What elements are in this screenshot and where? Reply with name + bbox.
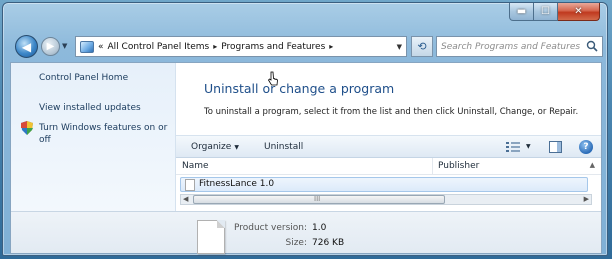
search-box[interactable]: Search Programs and Features <box>436 36 603 57</box>
program-name: FitnessLance 1.0 <box>199 179 275 189</box>
chevron-down-icon: ▼ <box>234 144 239 151</box>
windows-features-link[interactable]: Turn Windows features on or off <box>39 122 169 146</box>
control-panel-icon <box>80 40 94 53</box>
close-button[interactable]: ✕ <box>558 3 600 21</box>
minimize-button[interactable]: ▬ <box>509 3 534 21</box>
back-button[interactable]: ◀ <box>15 35 38 58</box>
horizontal-scrollbar[interactable]: ◀ III ▶ <box>180 194 592 205</box>
view-installed-updates-link[interactable]: View installed updates <box>39 103 141 113</box>
page-description: To uninstall a program, select it from t… <box>204 107 579 117</box>
forward-arrow-icon: ▶ <box>46 41 55 52</box>
address-dropdown-icon[interactable]: ▼ <box>397 43 402 51</box>
maximize-button[interactable]: ☐ <box>534 3 558 21</box>
organize-button[interactable]: Organize ▼ <box>191 142 239 152</box>
preview-pane-icon[interactable] <box>549 141 562 153</box>
address-overflow[interactable]: « <box>98 42 104 52</box>
breadcrumb-separator[interactable]: ▸ <box>213 42 217 51</box>
task-pane: Control Panel Home View installed update… <box>11 63 176 211</box>
breadcrumb-separator[interactable]: ▸ <box>329 42 333 51</box>
breadcrumb-programs-and-features[interactable]: Programs and Features <box>221 42 325 52</box>
scroll-up-icon[interactable]: ▲ <box>590 161 595 169</box>
help-button[interactable]: ? <box>579 140 593 154</box>
command-bar: Organize ▼ Uninstall ▼ ? <box>176 135 601 158</box>
scroll-right-icon[interactable]: ▶ <box>584 195 589 203</box>
breadcrumb-all-control-panel-items[interactable]: All Control Panel Items <box>108 42 210 52</box>
details-pane: Product version: 1.0 Size: 726 KB <box>11 211 601 254</box>
product-version-label: Product version: <box>233 223 307 233</box>
recent-pages-dropdown[interactable]: ▼ <box>62 42 67 50</box>
content-area: Control Panel Home View installed update… <box>10 62 602 254</box>
column-divider[interactable] <box>432 158 433 175</box>
product-version-value: 1.0 <box>312 223 327 233</box>
close-icon: ✕ <box>574 5 583 17</box>
minimize-icon: ▬ <box>516 5 527 17</box>
program-file-icon <box>185 179 195 191</box>
organize-label: Organize <box>191 142 232 152</box>
forward-button[interactable]: ▶ <box>41 37 60 56</box>
list-header: Name Publisher ▲ <box>176 158 601 175</box>
maximize-icon: ☐ <box>541 5 550 17</box>
program-large-icon <box>197 220 225 254</box>
views-dropdown-icon[interactable]: ▼ <box>526 143 531 150</box>
size-value: 726 KB <box>312 238 345 248</box>
scroll-left-icon[interactable]: ◀ <box>183 195 188 203</box>
column-header-name[interactable]: Name <box>182 161 209 171</box>
scrollbar-thumb[interactable]: III <box>193 195 445 204</box>
page-title: Uninstall or change a program <box>204 81 395 96</box>
column-header-publisher[interactable]: Publisher <box>438 161 479 171</box>
scrollbar-grip: III <box>314 195 321 203</box>
back-arrow-icon: ◀ <box>21 39 32 54</box>
mouse-cursor-icon <box>267 71 278 86</box>
control-panel-home-link[interactable]: Control Panel Home <box>39 73 128 83</box>
search-input[interactable]: Search Programs and Features <box>441 42 580 52</box>
program-list: Name Publisher ▲ FitnessLance 1.0 ◀ III … <box>176 158 601 211</box>
caption-buttons: ▬ ☐ ✕ <box>509 3 600 21</box>
address-bar[interactable]: « All Control Panel Items ▸ Programs and… <box>75 36 407 57</box>
shield-icon <box>21 121 33 135</box>
size-label: Size: <box>285 238 307 248</box>
programs-and-features-window: ▬ ☐ ✕ ◀ ▶ ▼ « All Control Panel Items ▸ … <box>2 2 608 256</box>
refresh-button[interactable]: ⟲ <box>411 36 433 57</box>
uninstall-button[interactable]: Uninstall <box>264 142 303 152</box>
change-view-icon[interactable] <box>506 141 520 153</box>
search-icon[interactable] <box>586 40 598 52</box>
navigation-bar: ◀ ▶ ▼ « All Control Panel Items ▸ Progra… <box>15 35 603 59</box>
list-item[interactable]: FitnessLance 1.0 <box>180 177 588 192</box>
refresh-icon: ⟲ <box>417 40 427 53</box>
